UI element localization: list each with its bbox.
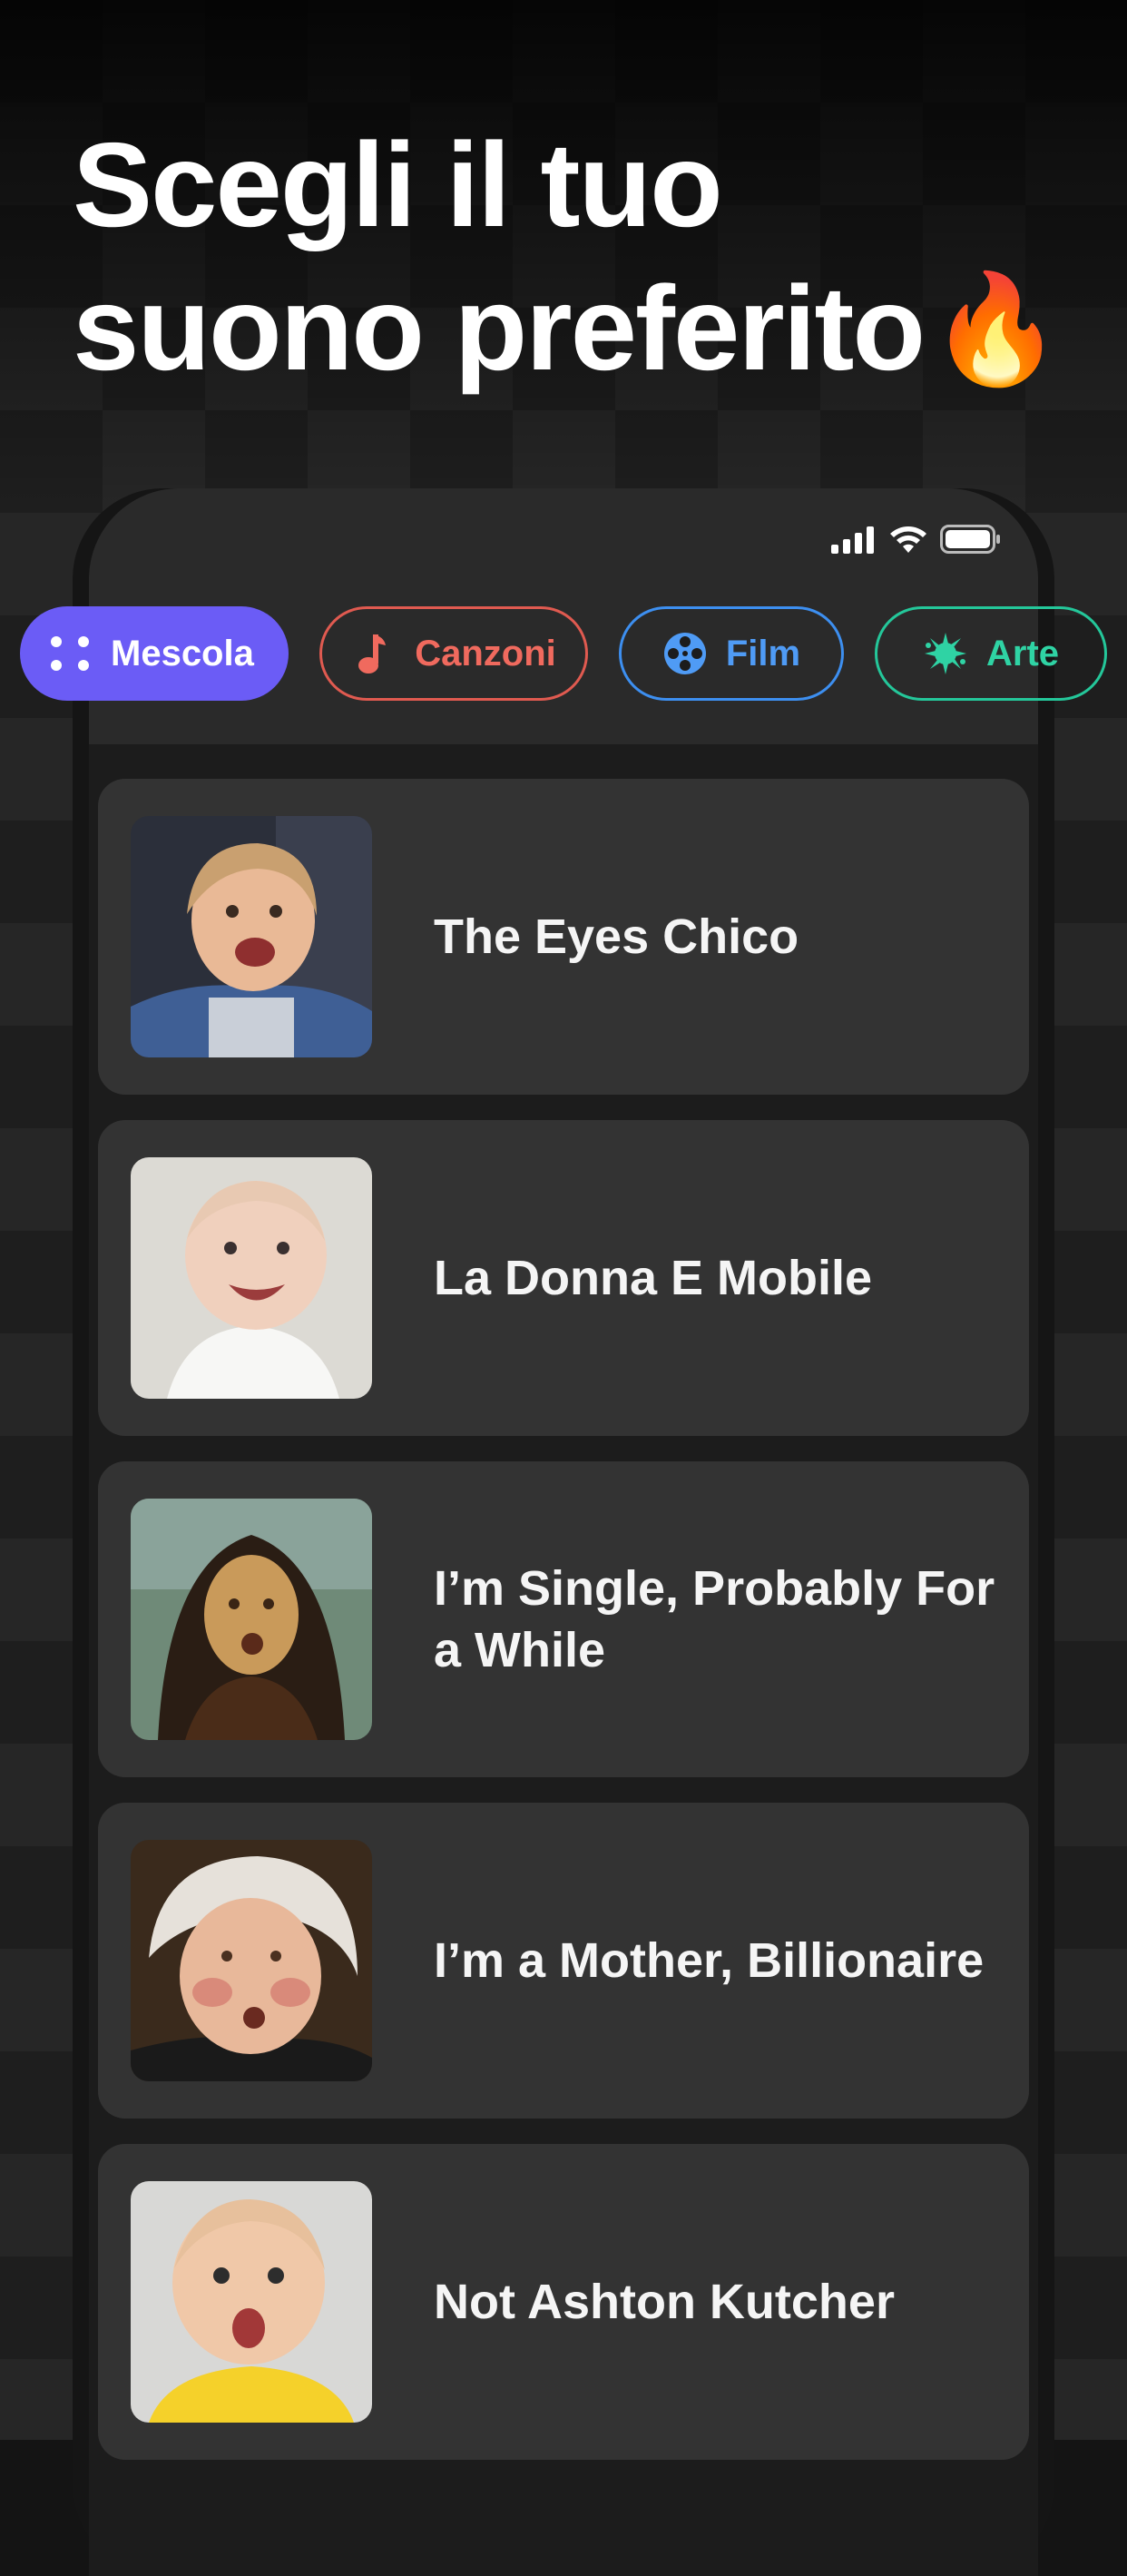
category-label: Canzoni	[415, 633, 556, 673]
cellular-signal-icon	[831, 526, 874, 554]
headline: Scegli il tuo suono preferito🔥	[73, 113, 1107, 401]
sound-card[interactable]: The Eyes Chico	[98, 779, 1029, 1095]
sound-title: La Donna E Mobile	[434, 1251, 873, 1305]
category-chip-arte[interactable]: Arte	[875, 606, 1107, 701]
battery-icon	[940, 525, 1000, 554]
baby-face-thumbnail	[131, 1157, 372, 1399]
headline-line-1: Scegli il tuo	[73, 118, 723, 251]
sound-list: The Eyes Chico La Donna E Mobile I’m Sin…	[98, 779, 1029, 2485]
film-reel-icon	[663, 633, 706, 674]
status-icons	[831, 525, 1002, 554]
wifi-icon	[890, 526, 926, 553]
category-label: Arte	[985, 633, 1060, 673]
category-filter-bar: Mescola Canzoni Film Arte	[20, 606, 1107, 701]
sound-card[interactable]: Not Ashton Kutcher	[98, 2144, 1029, 2460]
sound-title: I’m Single, Probably For a While	[434, 1561, 995, 1677]
sound-title: I’m a Mother, Billionaire	[434, 1933, 985, 1988]
category-chip-film[interactable]: Film	[619, 606, 844, 701]
sound-title: The Eyes Chico	[434, 909, 799, 964]
category-chip-mescola[interactable]: Mescola	[20, 606, 289, 701]
headline-line-2: suono preferito	[73, 261, 926, 395]
mona-lisa-thumbnail	[131, 1499, 372, 1740]
shuffle-dots-icon	[51, 636, 89, 671]
child-face-thumbnail	[131, 816, 372, 1057]
category-label: Mescola	[111, 633, 254, 673]
music-note-icon	[358, 634, 387, 673]
category-chip-canzoni[interactable]: Canzoni	[319, 606, 588, 701]
sound-card[interactable]: I’m a Mother, Billionaire	[98, 1803, 1029, 2119]
sound-card[interactable]: I’m Single, Probably For a While	[98, 1461, 1029, 1777]
category-label: Film	[725, 633, 801, 673]
george-washington-thumbnail	[131, 1840, 372, 2081]
fire-emoji-icon: 🔥	[929, 270, 1063, 389]
sound-card[interactable]: La Donna E Mobile	[98, 1120, 1029, 1436]
baby-yellow-shirt-thumbnail	[131, 2181, 372, 2423]
sound-title: Not Ashton Kutcher	[434, 2275, 895, 2329]
paint-splash-icon	[924, 633, 966, 674]
